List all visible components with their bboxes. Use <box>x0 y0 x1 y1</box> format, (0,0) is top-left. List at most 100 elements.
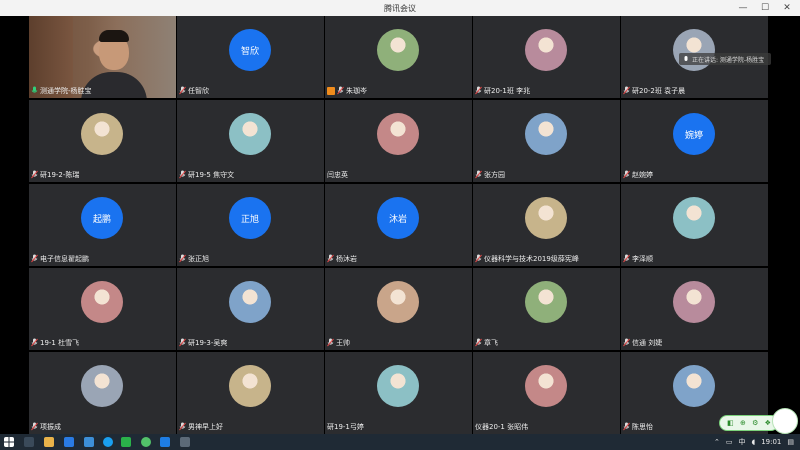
avatar <box>525 365 567 407</box>
speaking-indicator: 正在讲话: 测通学院-杨胜宝 <box>679 53 771 65</box>
participant-tile[interactable]: 起鹏 电子信息翟起鹏 <box>29 184 176 266</box>
participant-tile[interactable]: 朱珈岑 <box>325 16 472 98</box>
avatar: 沐岩 <box>377 197 419 239</box>
participant-tile[interactable]: 仪器科学与技术2019级薛宪峰 <box>473 184 620 266</box>
chevron-up-icon[interactable]: ⌃ <box>714 438 720 446</box>
mic-muted-icon <box>337 86 344 95</box>
avatar <box>377 365 419 407</box>
participant-namebar: 项振成 <box>31 421 61 432</box>
participant-tile[interactable]: 研19-1弓婷 <box>325 352 472 434</box>
participant-namebar: 陈思怡 <box>623 421 653 432</box>
speaking-label: 正在讲话: 测通学院-杨胜宝 <box>692 56 765 64</box>
participant-namebar: 仪器20-1 张昭伟 <box>475 421 528 432</box>
participant-namebar: 研19-2-陈瑞 <box>31 169 79 180</box>
participant-tile[interactable]: 19-1 杜雪飞 <box>29 268 176 350</box>
participant-tile[interactable]: 章飞 <box>473 268 620 350</box>
document-icon[interactable] <box>180 437 190 447</box>
mic-muted-icon <box>327 338 334 347</box>
windows-start-icon[interactable] <box>4 437 14 447</box>
participant-tile[interactable]: 研19-3-吴爽 <box>177 268 324 350</box>
mail-icon[interactable] <box>64 437 74 447</box>
avatar <box>673 365 715 407</box>
system-tray: ⌃ ▭ 中 ◖ 19:01 ▤ <box>714 434 794 450</box>
participant-name: 信通 刘婕 <box>632 338 663 347</box>
participant-tile[interactable]: 研19-2-陈瑞 <box>29 100 176 182</box>
avatar <box>377 281 419 323</box>
participant-tile[interactable]: 研20-1班 李兆 <box>473 16 620 98</box>
participant-name: 男神早上好 <box>188 422 223 431</box>
minimize-button[interactable]: — <box>732 0 754 16</box>
participant-name: 研19-5 焦守文 <box>188 170 235 179</box>
wechat-icon[interactable] <box>121 437 131 447</box>
participant-namebar: 张方园 <box>475 169 505 180</box>
maximize-button[interactable]: ☐ <box>754 0 776 16</box>
participant-name: 闫忠英 <box>327 170 348 179</box>
avatar <box>229 113 271 155</box>
participant-name: 张正旭 <box>188 254 209 263</box>
notification-icon[interactable]: ▤ <box>787 438 794 446</box>
browser-icon[interactable] <box>103 437 113 447</box>
participant-name: 仪器科学与技术2019级薛宪峰 <box>484 254 579 263</box>
participant-tile[interactable]: 闫忠英 <box>325 100 472 182</box>
participant-namebar: 男神早上好 <box>179 421 223 432</box>
volume-icon[interactable]: ◖ <box>751 438 755 446</box>
participant-namebar: 研19-5 焦守文 <box>179 169 234 180</box>
participant-namebar: 19-1 杜雪飞 <box>31 337 79 348</box>
mic-muted-icon <box>623 338 630 347</box>
participant-namebar: 研20-1班 李兆 <box>475 85 530 96</box>
meeting-window: 腾讯会议 — ☐ ✕ 测通学院-杨胜宝 智欣 任智欣 朱珈岑 研20-1班 李兆 研20-… <box>0 0 800 450</box>
participant-namebar: 赵婉婷 <box>623 169 653 180</box>
participant-name: 张方园 <box>484 170 505 179</box>
participant-tile[interactable]: 测通学院-杨胜宝 <box>29 16 176 98</box>
clock[interactable]: 19:01 <box>761 438 781 446</box>
task-view-icon[interactable] <box>24 437 34 447</box>
mic-muted-icon <box>179 422 186 431</box>
participant-name: 项振成 <box>40 422 61 431</box>
title-bar: 腾讯会议 — ☐ ✕ <box>0 0 800 16</box>
mic-muted-icon <box>31 254 38 263</box>
participant-tile[interactable]: 信通 刘婕 <box>621 268 768 350</box>
widget-item[interactable]: ❖ <box>765 419 771 427</box>
app-icon[interactable] <box>141 437 151 447</box>
participant-tile[interactable]: 李泽顺 <box>621 184 768 266</box>
widget-item[interactable]: ⚙ <box>752 419 758 427</box>
participant-tile[interactable]: 婉婷 赵婉婷 <box>621 100 768 182</box>
avatar <box>525 29 567 71</box>
close-button[interactable]: ✕ <box>776 0 798 16</box>
participant-name: 王帅 <box>336 338 350 347</box>
widget-item[interactable]: ⊕ <box>740 419 746 427</box>
participant-tile[interactable]: 仪器20-1 张昭伟 <box>473 352 620 434</box>
participant-tile[interactable]: 张方园 <box>473 100 620 182</box>
participant-tile[interactable]: 智欣 任智欣 <box>177 16 324 98</box>
participant-tile[interactable]: 王帅 <box>325 268 472 350</box>
participant-name: 章飞 <box>484 338 498 347</box>
mascot-icon[interactable] <box>772 408 798 434</box>
participant-name: 杨沐岩 <box>336 254 357 263</box>
mic-muted-icon <box>327 254 334 263</box>
avatar <box>81 365 123 407</box>
mic-muted-icon <box>179 86 186 95</box>
participant-namebar: 杨沐岩 <box>327 253 357 264</box>
participant-tile[interactable]: 正旭 张正旭 <box>177 184 324 266</box>
participant-name: 电子信息翟起鹏 <box>40 254 89 263</box>
store-icon[interactable] <box>84 437 94 447</box>
avatar <box>525 113 567 155</box>
ime-indicator[interactable]: 中 <box>738 437 745 447</box>
participant-name: 赵婉婷 <box>632 170 653 179</box>
mic-on-icon <box>31 86 38 93</box>
participant-namebar: 任智欣 <box>179 85 209 96</box>
network-icon[interactable]: ▭ <box>726 438 733 446</box>
participant-tile[interactable]: 男神早上好 <box>177 352 324 434</box>
meeting-app-icon[interactable] <box>160 437 170 447</box>
participant-tile[interactable]: 沐岩杨沐岩 <box>325 184 472 266</box>
participant-name: 研20-2班 袁子晨 <box>632 86 686 95</box>
mic-muted-icon <box>623 86 630 95</box>
participant-tile[interactable]: 项振成 <box>29 352 176 434</box>
file-explorer-icon[interactable] <box>44 437 54 447</box>
participant-tile[interactable]: 研19-5 焦守文 <box>177 100 324 182</box>
participant-name: 19-1 杜雪飞 <box>40 338 80 347</box>
mic-muted-icon <box>31 422 38 431</box>
widget-item[interactable]: ◧ <box>727 419 734 427</box>
floating-toolbar[interactable]: ◧ ⊕ ⚙ ❖ <box>719 415 779 431</box>
participant-namebar: 王帅 <box>327 337 350 348</box>
